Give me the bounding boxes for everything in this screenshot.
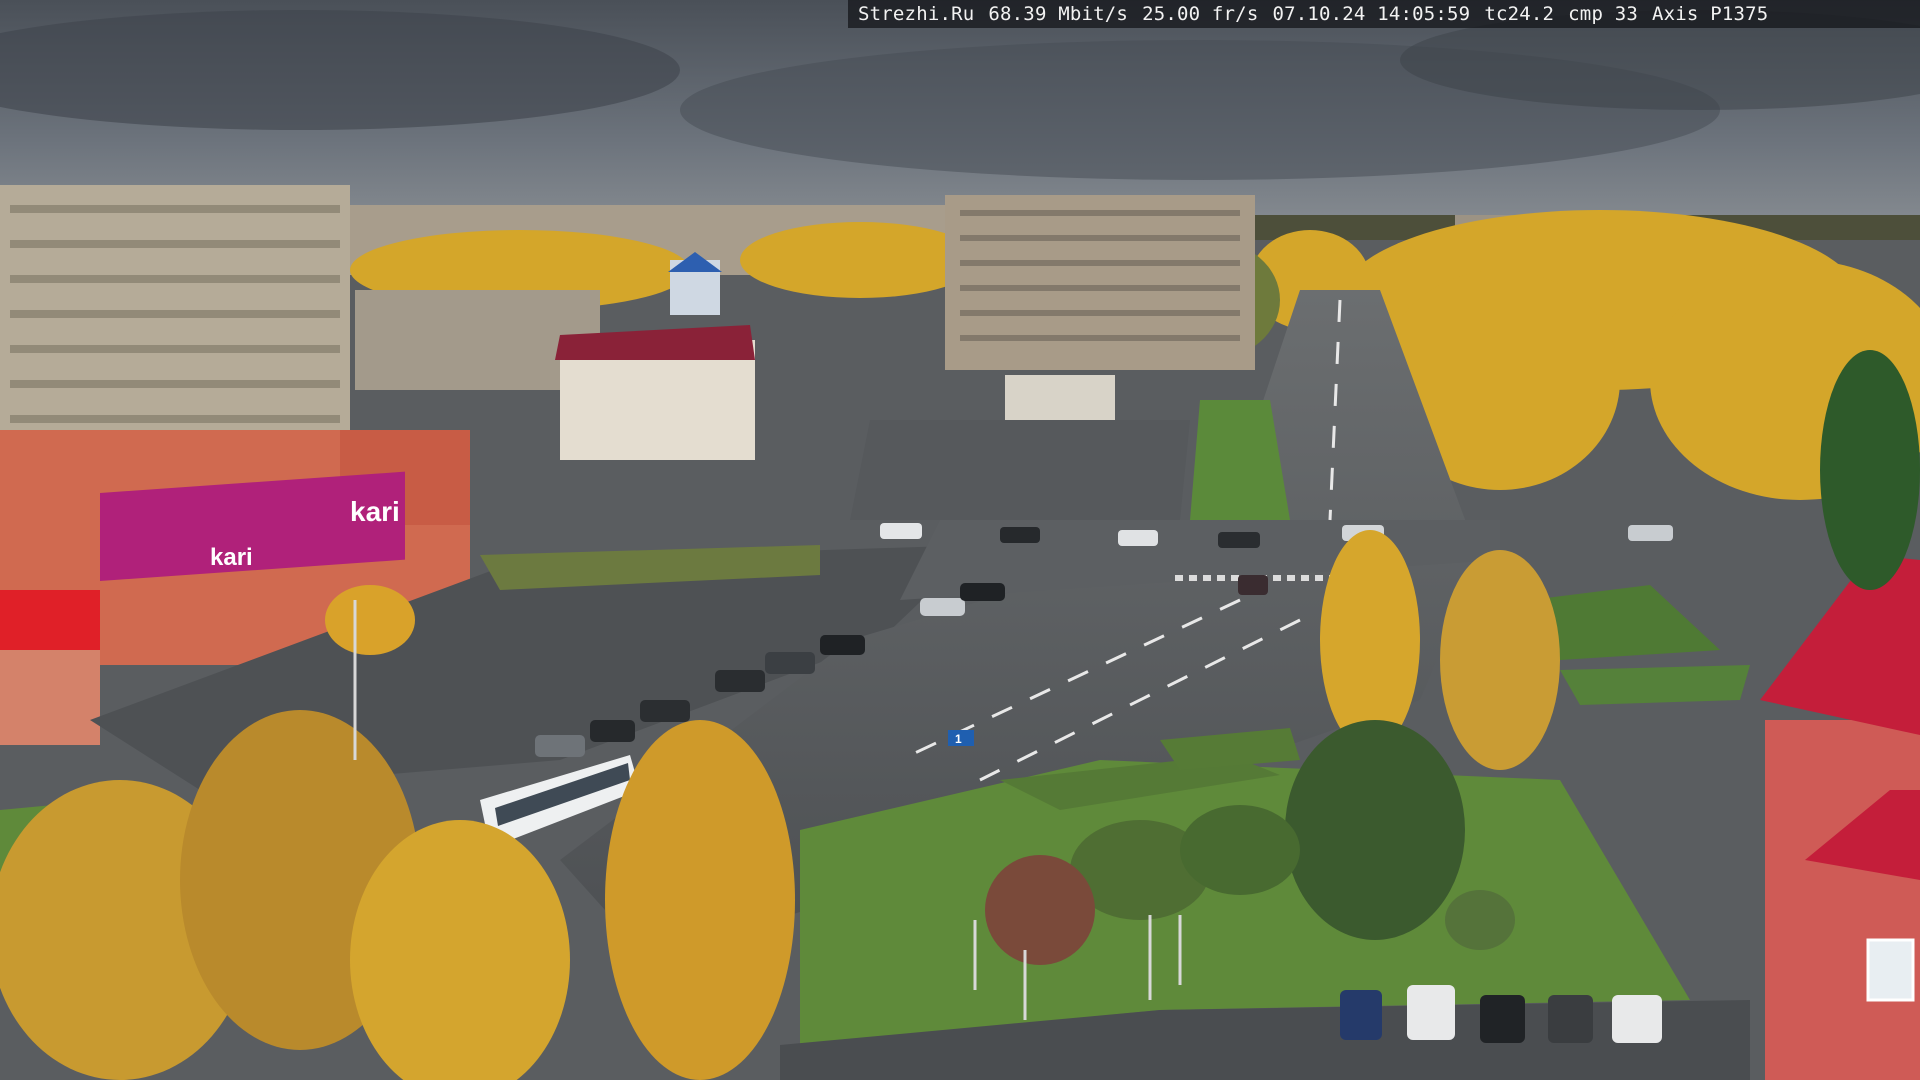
white-low-building (1005, 375, 1115, 420)
parking-plaza (850, 420, 1190, 520)
overlay-camera: Axis P1375 (1652, 3, 1769, 25)
tall-apartment-block (945, 195, 1255, 370)
overlay-cmp: cmp 33 (1568, 3, 1639, 25)
webcam-view: kari kari 1 Strezhi.Ru 68.39 Mbit/s 25.0… (0, 0, 1920, 1080)
store-facade-text: kari (210, 544, 253, 571)
right-red-building (1765, 720, 1920, 1080)
camera-info-overlay: Strezhi.Ru 68.39 Mbit/s 25.00 fr/s 07.10… (848, 0, 1920, 28)
red-canopy (0, 590, 100, 655)
store-annex (0, 650, 100, 745)
overlay-datetime: 07.10.24 14:05:59 (1272, 3, 1471, 25)
overlay-bitrate: 68.39 Mbit/s (988, 3, 1129, 25)
overlay-framerate: 25.00 fr/s (1142, 3, 1259, 25)
lawn-park (1560, 665, 1750, 705)
overlay-tc: tc24.2 (1484, 3, 1555, 25)
street-scene: kari kari 1 (0, 0, 1920, 1080)
window (1866, 938, 1915, 1002)
store-logo-text: kari (350, 496, 400, 527)
route-sign-text: 1 (955, 732, 962, 746)
overlay-site: Strezhi.Ru (858, 3, 975, 25)
